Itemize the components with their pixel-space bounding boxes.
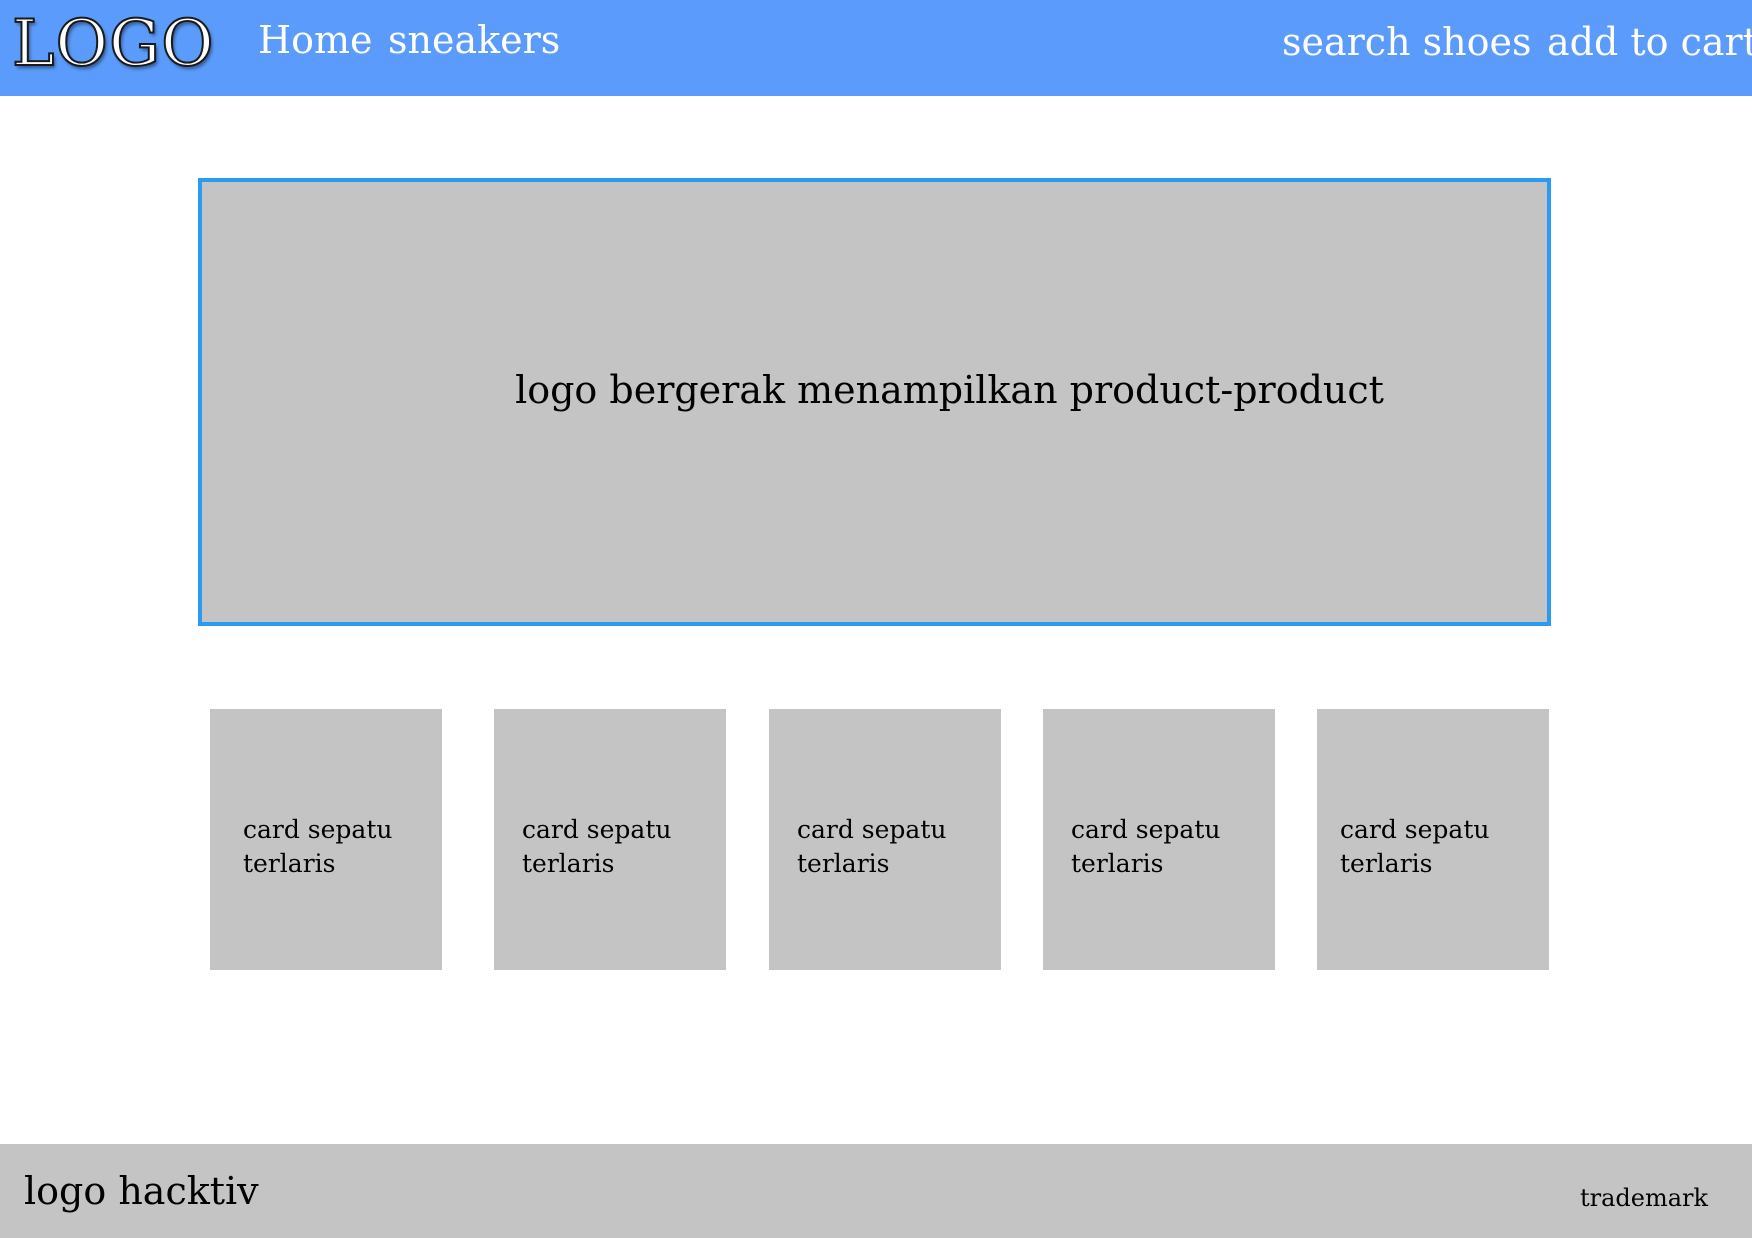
hero-banner[interactable]: logo bergerak menampilkan product-produc…	[198, 178, 1551, 626]
top-navbar: LOGO Home sneakers search shoes add to c…	[0, 0, 1752, 96]
product-card-label: card sepatu terlaris	[1071, 813, 1271, 881]
product-card-label-line2: terlaris	[1071, 849, 1164, 878]
product-card-4[interactable]: card sepatu terlaris	[1043, 709, 1275, 970]
footer-trademark: trademark	[1580, 1184, 1709, 1212]
product-card-5[interactable]: card sepatu terlaris	[1317, 709, 1549, 970]
product-card-label-line2: terlaris	[797, 849, 890, 878]
product-card-label-line1: card sepatu	[522, 815, 672, 844]
site-logo[interactable]: LOGO	[11, 2, 215, 86]
nav-link-add-to-cart[interactable]: add to cart	[1547, 16, 1752, 68]
product-card-label: card sepatu terlaris	[522, 813, 722, 881]
nav-link-search-shoes[interactable]: search shoes	[1282, 16, 1532, 68]
product-card-label: card sepatu terlaris	[797, 813, 997, 881]
product-card-label-line2: terlaris	[243, 849, 336, 878]
product-card-label-line2: terlaris	[1340, 849, 1433, 878]
product-card-3[interactable]: card sepatu terlaris	[769, 709, 1001, 970]
product-card-label-line2: terlaris	[522, 849, 615, 878]
product-card-label: card sepatu terlaris	[1340, 813, 1540, 881]
footer-logo[interactable]: logo hacktiv	[24, 1166, 259, 1216]
page: LOGO Home sneakers search shoes add to c…	[0, 0, 1752, 1238]
product-card-label-line1: card sepatu	[1340, 815, 1490, 844]
page-footer: logo hacktiv trademark	[0, 1144, 1752, 1238]
product-card-label-line1: card sepatu	[243, 815, 393, 844]
nav-link-home[interactable]: Home	[258, 14, 373, 66]
product-card-label-line1: card sepatu	[1071, 815, 1221, 844]
nav-link-sneakers[interactable]: sneakers	[388, 14, 560, 66]
product-card-2[interactable]: card sepatu terlaris	[494, 709, 726, 970]
product-card-label: card sepatu terlaris	[243, 813, 443, 881]
product-card-1[interactable]: card sepatu terlaris	[210, 709, 442, 970]
hero-text: logo bergerak menampilkan product-produc…	[515, 368, 1384, 412]
product-card-label-line1: card sepatu	[797, 815, 947, 844]
